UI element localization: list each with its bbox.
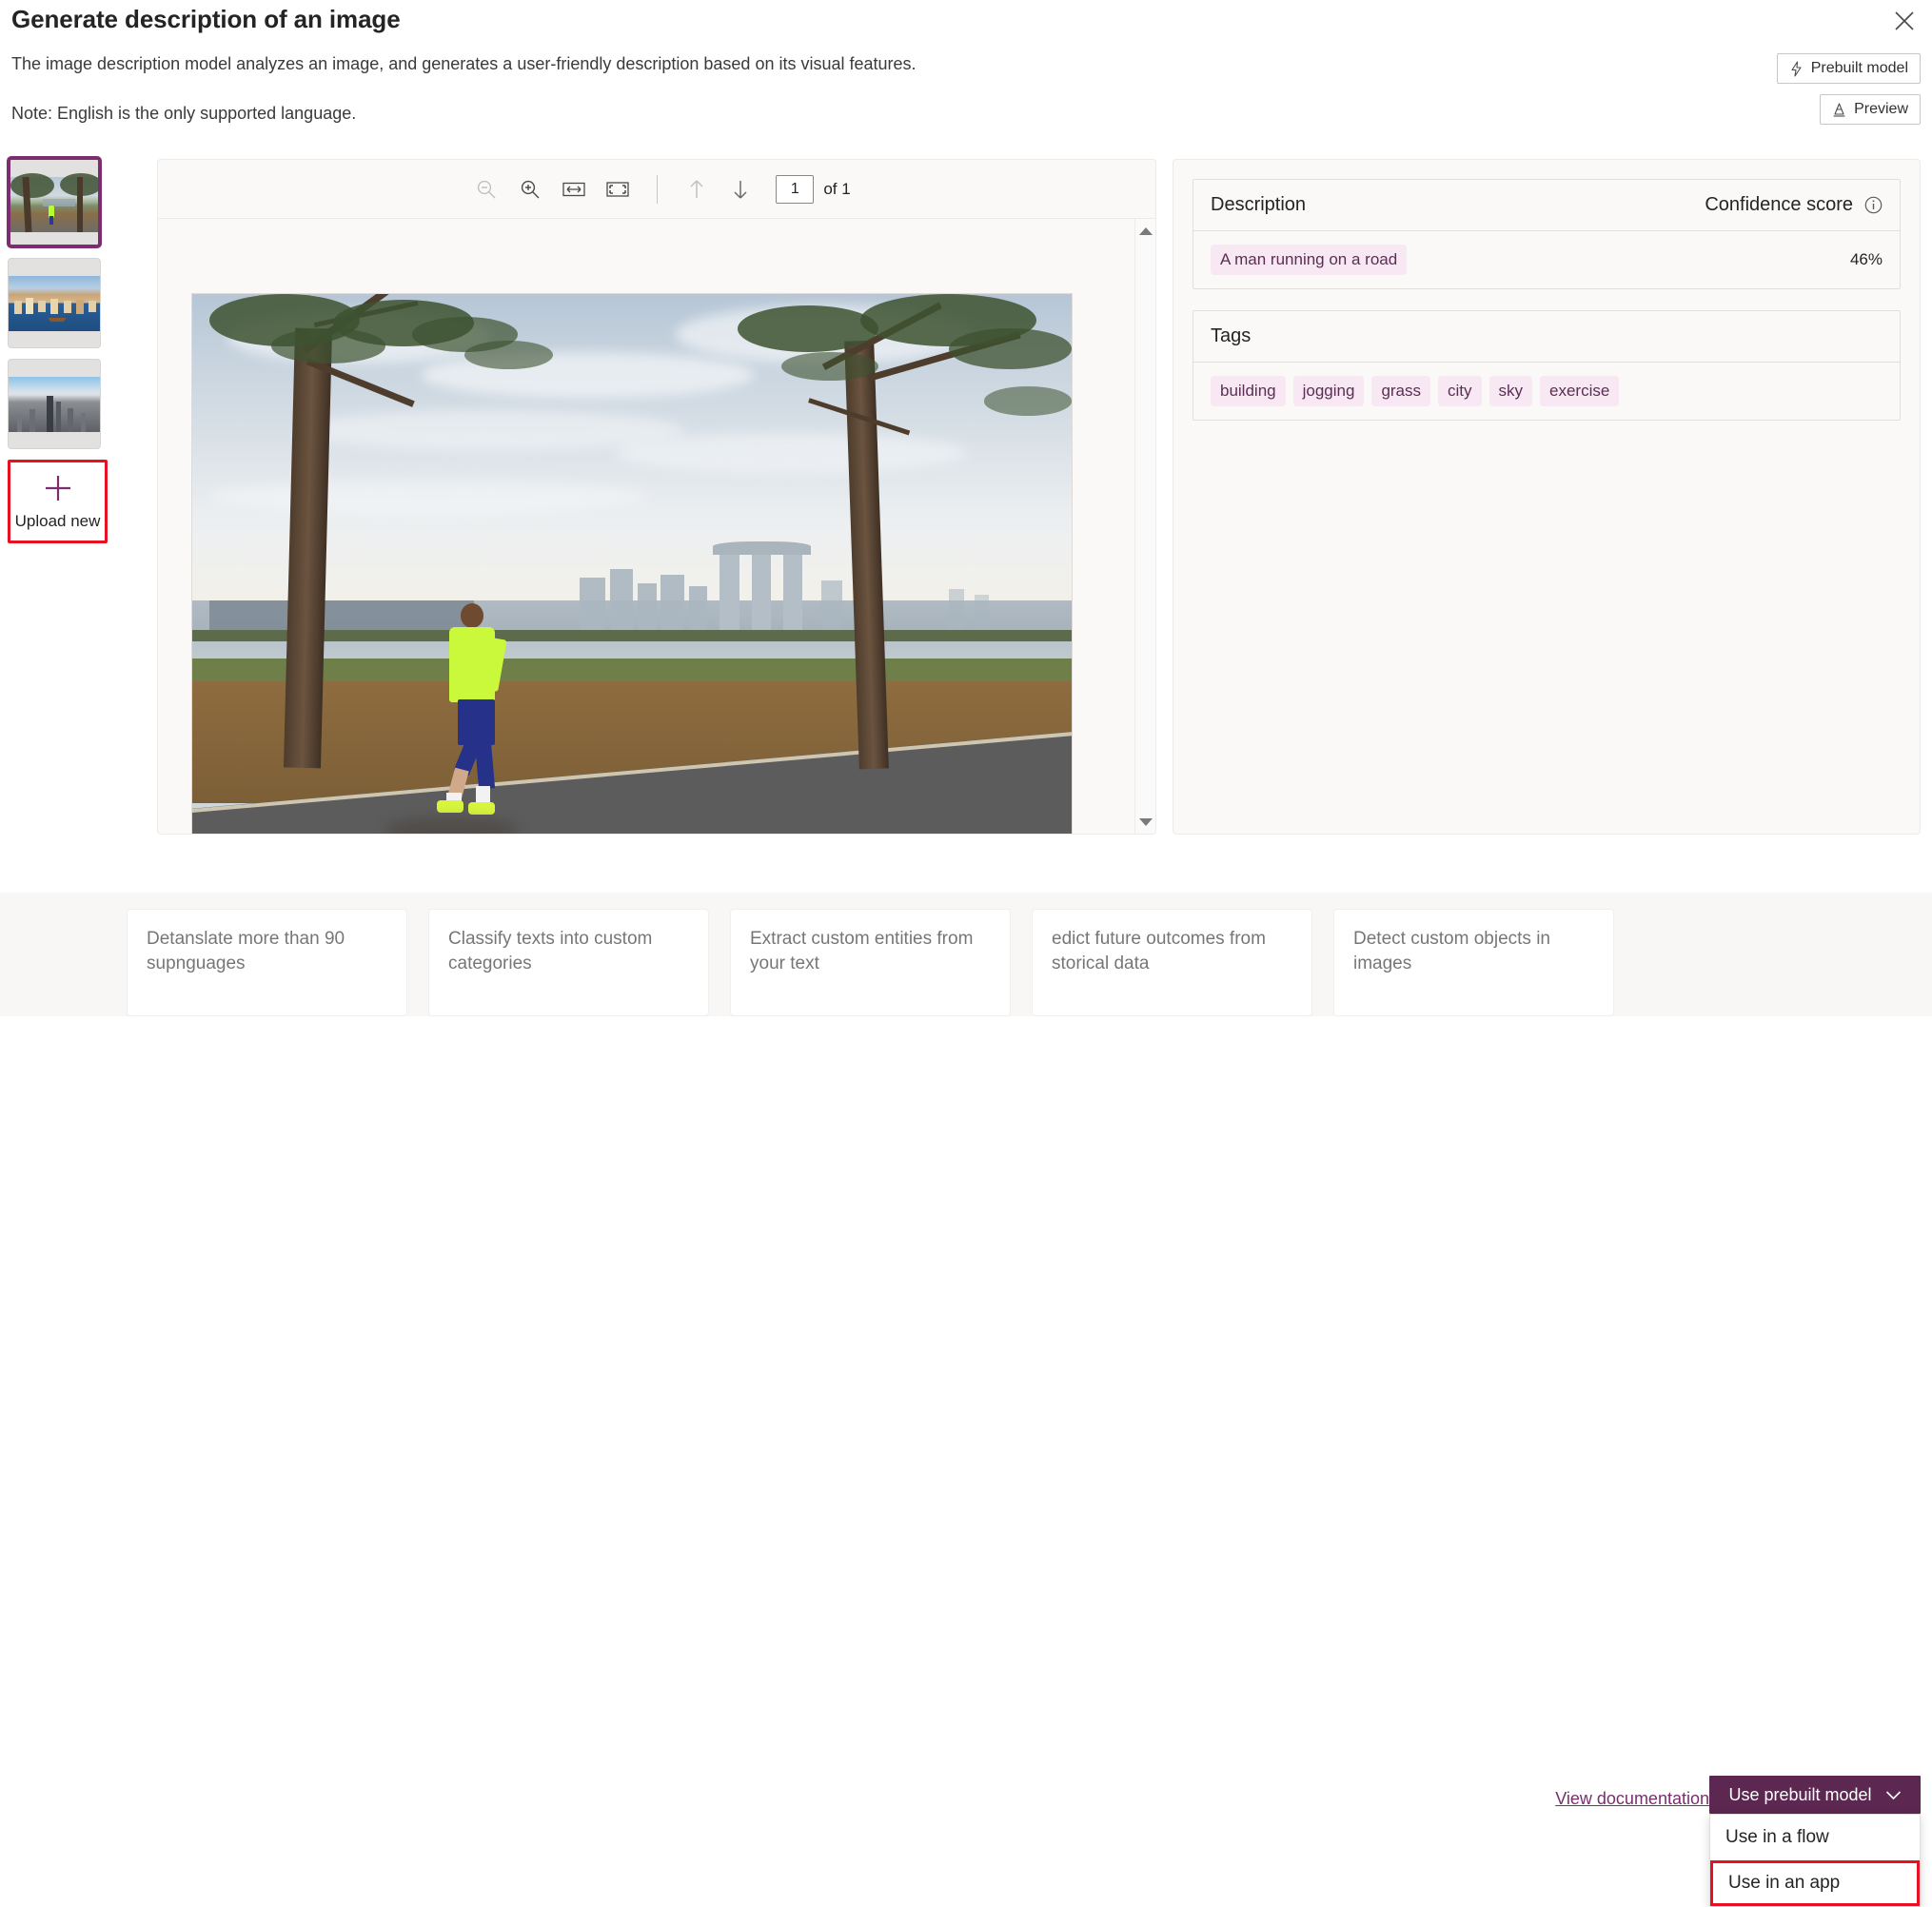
confidence-score-label: Confidence score [1705,194,1853,216]
preview-label: Preview [1854,101,1908,118]
arrow-up-icon [686,177,707,202]
thumbnail-item-2[interactable] [8,258,101,348]
document-image [191,293,1073,835]
beaker-icon [1832,102,1846,118]
description-card: Description Confidence score A man runni… [1193,179,1901,289]
confidence-header: Confidence score [1705,194,1883,216]
chevron-down-icon [1885,1790,1902,1800]
viewer-toolbar: of 1 [158,160,1156,219]
menu-item-use-in-a-flow[interactable]: Use in a flow [1710,1815,1920,1860]
prebuilt-model-badge[interactable]: Prebuilt model [1777,53,1921,84]
dialog-note: Note: English is the only supported lang… [11,104,356,124]
lightning-icon [1789,61,1804,77]
image-viewer-panel: of 1 [157,159,1156,835]
generate-description-dialog: Generate description of an image The ima… [0,0,1932,893]
tag-item: exercise [1540,376,1619,406]
page-count-label: of 1 [823,180,850,199]
fit-width-icon-glyph [562,180,586,199]
thumbnail-image-waterfront [9,276,100,331]
use-prebuilt-model-button[interactable]: Use prebuilt model [1709,1776,1921,1814]
next-page-icon[interactable] [719,170,762,208]
upload-new-label: Upload new [15,512,101,531]
tags-title: Tags [1211,325,1251,347]
viewer-scrollbar[interactable] [1134,219,1155,835]
thumbnail-item-3[interactable] [8,359,101,449]
scroll-up-icon[interactable] [1135,221,1156,242]
page-title: Generate description of an image [11,5,401,34]
thumbnail-image-city [9,377,100,432]
zoom-out-icon-glyph [475,178,498,201]
plus-icon [42,472,74,504]
menu-item-use-in-an-app[interactable]: Use in an app [1710,1860,1920,1906]
tag-item: building [1211,376,1286,406]
tags-list: building jogging grass city sky exercise [1193,363,1900,420]
close-icon[interactable] [1888,5,1921,37]
thumbnail-item-1[interactable] [8,157,101,247]
description-card-body: A man running on a road 46% [1193,231,1900,288]
thumbnail-rail: Upload new [8,157,112,543]
zoom-out-icon[interactable] [464,170,508,208]
previous-page-icon[interactable] [675,170,719,208]
fit-page-icon[interactable] [596,170,640,208]
description-title: Description [1211,194,1306,216]
zoom-in-icon-glyph [519,178,542,201]
scroll-down-icon[interactable] [1135,812,1156,833]
analysis-results-panel: Description Confidence score A man runni… [1173,159,1921,835]
tags-card: Tags building jogging grass city sky exe… [1193,310,1901,421]
viewer-canvas[interactable] [158,219,1156,835]
use-prebuilt-model-menu: Use in a flow Use in an app [1709,1814,1921,1907]
view-documentation-link[interactable]: View documentation [1555,1789,1709,1809]
info-icon[interactable] [1864,196,1883,214]
dialog-subtitle: The image description model analyzes an … [11,54,917,74]
tag-item: city [1438,376,1482,406]
thumbnail-image-jogger [10,177,98,232]
toolbar-divider [657,175,658,204]
fit-width-icon[interactable] [552,170,596,208]
upload-new-button[interactable]: Upload new [8,460,108,543]
close-icon-glyph [1894,10,1915,31]
tag-item: sky [1489,376,1533,406]
preview-badge[interactable]: Preview [1820,94,1921,125]
description-card-header: Description Confidence score [1193,180,1900,231]
zoom-in-icon[interactable] [508,170,552,208]
description-confidence-value: 46% [1850,250,1883,269]
use-prebuilt-model-label: Use prebuilt model [1728,1785,1871,1805]
fit-page-icon-glyph [605,180,630,199]
tag-item: jogging [1293,376,1365,406]
arrow-down-icon [730,177,751,202]
description-value-pill: A man running on a road [1211,245,1407,275]
tag-item: grass [1371,376,1430,406]
page-number-input[interactable] [776,175,814,204]
tags-card-header: Tags [1193,311,1900,363]
prebuilt-model-label: Prebuilt model [1811,60,1908,77]
